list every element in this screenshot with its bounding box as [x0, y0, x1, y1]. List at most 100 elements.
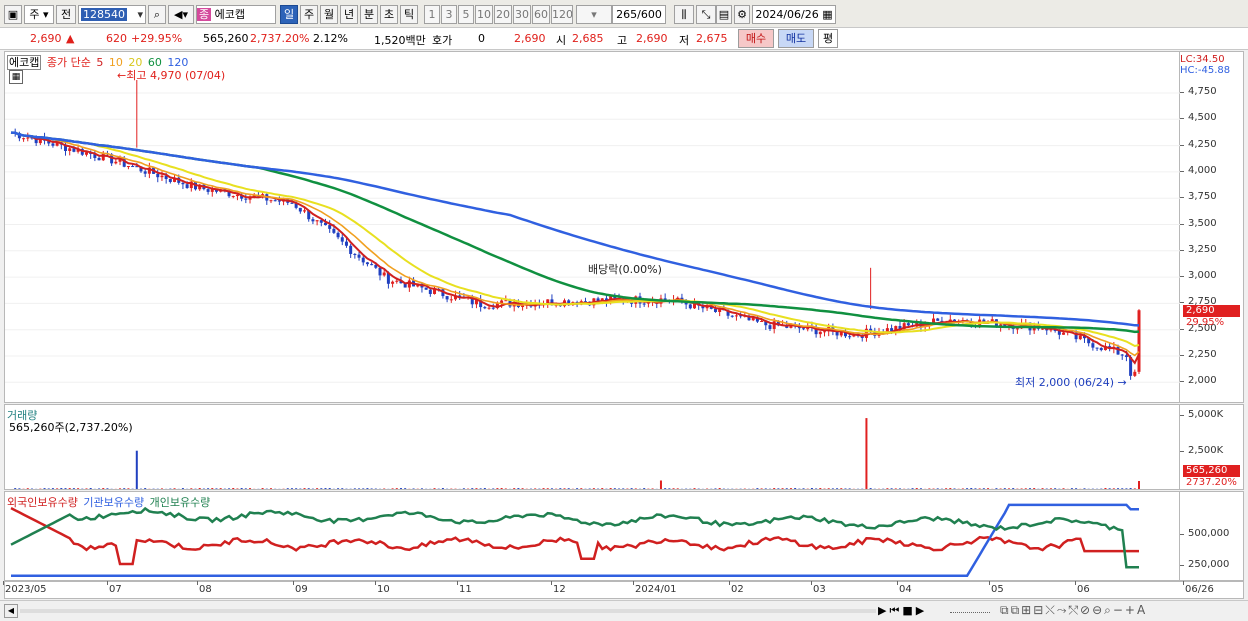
- volume-chart-panel[interactable]: 거래량 565,260주(2,737.20%): [4, 404, 1180, 490]
- candle-body: [126, 166, 130, 168]
- volume-bar: [609, 488, 612, 489]
- tool-icons[interactable]: ⧉⧉⊞⊟⤬⤳⤲⊘⊖⌕−+A: [1000, 603, 1147, 618]
- ma5-legend[interactable]: 5: [96, 56, 103, 69]
- stock-legend[interactable]: 에코캡: [7, 55, 42, 70]
- volume-bar: [643, 488, 646, 489]
- volume-bar: [521, 488, 524, 489]
- volume-bar: [1033, 488, 1036, 489]
- x-label: 08: [197, 581, 212, 595]
- code-input[interactable]: 128540 ▾: [78, 5, 146, 24]
- interval-tab-1[interactable]: 주: [300, 5, 318, 24]
- interval-num-6[interactable]: 60: [532, 5, 550, 24]
- search-icon[interactable]: ⌕: [148, 5, 166, 24]
- holding-axis: 500,000 250,000: [1179, 491, 1244, 581]
- interval-num-0[interactable]: 1: [424, 5, 440, 24]
- volume-bar: [1125, 488, 1128, 489]
- foreign-line: [10, 506, 1139, 566]
- x-label: 2024/01: [633, 581, 677, 595]
- interval-num-3[interactable]: 10: [475, 5, 493, 24]
- holding-chart-panel[interactable]: 외국인보유수량 기관보유수량 개인보유수량: [4, 491, 1180, 581]
- candle-icon[interactable]: ⫼: [674, 5, 694, 24]
- candle-body: [22, 138, 26, 140]
- scrollbar-track[interactable]: [20, 609, 876, 613]
- open-label: 시: [556, 34, 567, 47]
- x-label: 11: [457, 581, 472, 595]
- date-input[interactable]: 2024/06/26 ▦: [752, 5, 836, 24]
- table-icon[interactable]: ▦: [9, 70, 23, 84]
- buy-button[interactable]: 매수: [738, 29, 774, 48]
- volume-bar: [68, 488, 71, 489]
- volume-bar: [1138, 480, 1140, 489]
- x-label: 05: [989, 581, 1004, 595]
- institution-legend[interactable]: 기관보유수량: [83, 496, 144, 509]
- candle-body: [1091, 343, 1095, 348]
- candle-body: [340, 237, 344, 242]
- interval-num-1[interactable]: 3: [441, 5, 457, 24]
- stock-name: 에코캡: [214, 8, 245, 21]
- volume-bar: [462, 488, 465, 489]
- interval-num-5[interactable]: 30: [513, 5, 531, 24]
- volume-bar: [894, 488, 897, 489]
- candle-body: [688, 304, 692, 309]
- interval-tab-3[interactable]: 년: [340, 5, 358, 24]
- volume-bar: [785, 488, 788, 489]
- volume-bar: [945, 488, 948, 489]
- interval-tab-5[interactable]: 초: [380, 5, 398, 24]
- interval-num-2[interactable]: 5: [458, 5, 474, 24]
- volume-bar: [144, 488, 147, 489]
- layout-icon[interactable]: ▣: [4, 5, 22, 24]
- stock-name-field[interactable]: 종 에코캡: [196, 5, 276, 24]
- volume-bar: [479, 488, 482, 489]
- individual-legend[interactable]: 개인보유수량: [150, 496, 211, 509]
- crosshair-icon[interactable]: ⤡: [696, 5, 716, 24]
- interval-tab-0[interactable]: 일: [280, 5, 298, 24]
- eval-button[interactable]: 평: [818, 29, 838, 48]
- volume-bar: [1112, 488, 1115, 489]
- volume-chart-svg: [14, 418, 1140, 489]
- volume-bar: [207, 488, 210, 489]
- ma-legend-label[interactable]: 종가 단순: [47, 56, 91, 69]
- candle-body: [303, 210, 307, 212]
- candle-body: [365, 262, 369, 265]
- candle-body: [311, 219, 315, 222]
- volume-bar: [601, 488, 604, 489]
- x-label: 02: [729, 581, 744, 595]
- interval-num-4[interactable]: 20: [494, 5, 512, 24]
- candle-body: [361, 257, 365, 263]
- volume-bar: [89, 488, 92, 489]
- candle-body: [1078, 335, 1082, 340]
- volume-bar: [840, 488, 843, 489]
- playback-controls[interactable]: ▶⏮■▶: [878, 604, 927, 618]
- volume-bar: [815, 488, 818, 489]
- save-icon[interactable]: ▤: [716, 5, 732, 24]
- zoom-slider[interactable]: [950, 612, 990, 613]
- count-input[interactable]: 265/600: [612, 5, 666, 24]
- volume-bar: [240, 488, 243, 489]
- price-tick: 3,250: [1180, 243, 1217, 255]
- foreign-legend[interactable]: 외국인보유수량: [7, 496, 78, 509]
- price-chart-panel[interactable]: 에코캡 종가 단순 5 10 20 60 120 ▦ ←최고 4,970 (07…: [4, 51, 1181, 403]
- volume-bar: [47, 488, 50, 489]
- custom-interval-select[interactable]: ▾: [576, 5, 612, 24]
- price-tick: 4,000: [1180, 164, 1217, 176]
- scroll-left-button[interactable]: ◀: [4, 604, 18, 618]
- prev-button[interactable]: 전: [56, 5, 76, 24]
- interval-tab-4[interactable]: 분: [360, 5, 378, 24]
- low-annotation: 최저 2,000 (06/24) →: [1015, 376, 1127, 389]
- period-select[interactable]: 주 ▾: [24, 5, 54, 24]
- x-label: 07: [107, 581, 122, 595]
- volume-bar: [337, 488, 340, 489]
- sell-button[interactable]: 매도: [778, 29, 814, 48]
- volume-bar: [261, 488, 264, 489]
- interval-num-7[interactable]: 120: [551, 5, 573, 24]
- volume-bar: [219, 488, 222, 489]
- candle-body: [370, 264, 374, 266]
- interval-tab-2[interactable]: 월: [320, 5, 338, 24]
- volume-bar: [1075, 488, 1078, 489]
- sound-icon[interactable]: ◀▾: [168, 5, 194, 24]
- volume-bar: [123, 488, 126, 489]
- gear-icon[interactable]: ⚙: [734, 5, 750, 24]
- x-label: 06/26: [1183, 581, 1214, 595]
- volume-bar: [982, 488, 985, 489]
- interval-tab-6[interactable]: 틱: [400, 5, 418, 24]
